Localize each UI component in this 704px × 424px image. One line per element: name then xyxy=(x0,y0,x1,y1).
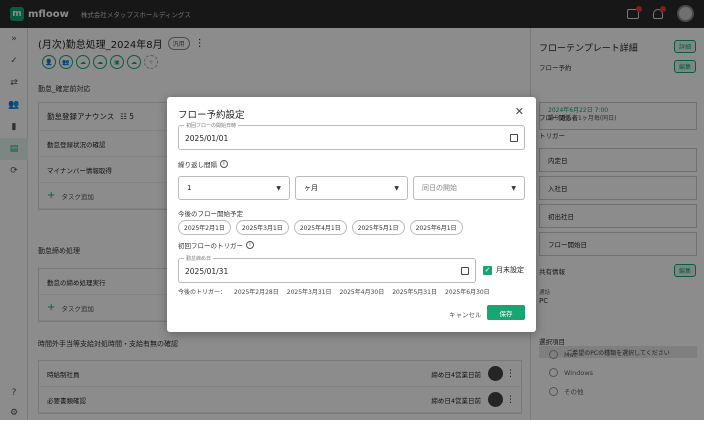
upcoming-label: 今後のフロー開始予定 xyxy=(178,210,243,218)
date-chip: 2025年3月1日 xyxy=(235,220,289,235)
save-button[interactable]: 保存 xyxy=(487,305,525,320)
select-value: ヶ月 xyxy=(304,184,318,192)
select-placeholder: 同日の開始 xyxy=(422,184,457,192)
modal-title: フロー予約設定 xyxy=(178,110,245,121)
select-value: 1 xyxy=(187,184,192,192)
calendar-icon[interactable] xyxy=(510,134,518,142)
first-start-field[interactable]: 初回フローの開始日時 2025/01/01 xyxy=(178,122,525,150)
future-trigger-date: 2025年2月28日 xyxy=(234,289,279,296)
info-icon[interactable]: i xyxy=(246,241,254,249)
checkbox-label: 月末設定 xyxy=(496,266,524,274)
repeat-count-select[interactable]: 1 ▼ xyxy=(178,176,290,200)
future-trigger-date: 2025年5月31日 xyxy=(392,289,437,296)
close-icon[interactable]: ✕ xyxy=(515,105,524,118)
info-icon[interactable]: i xyxy=(220,160,228,168)
dropdown-arrow-icon: ▼ xyxy=(511,184,516,192)
repeat-day-select[interactable]: 同日の開始 ▼ xyxy=(413,176,525,200)
future-trigger-date: 2025年3月31日 xyxy=(286,289,332,296)
field-value: 2025/01/31 xyxy=(185,267,229,276)
dropdown-arrow-icon: ▼ xyxy=(276,184,281,192)
field-value: 2025/01/01 xyxy=(185,134,229,143)
upcoming-dates: 2025年2月1日 2025年3月1日 2025年4月1日 2025年5月1日 … xyxy=(178,220,463,235)
trigger-date-field[interactable]: 勤怠締め日 2025/01/31 xyxy=(178,255,476,283)
repeat-label-text: 繰り返し間隔 xyxy=(178,161,217,169)
future-trigger-label: 今後のトリガー： xyxy=(178,289,227,296)
month-end-checkbox[interactable]: ✓ 月末設定 xyxy=(483,265,524,275)
trigger-label-text: 初回フローのトリガー xyxy=(178,242,243,250)
field-label: 勤怠締め日 xyxy=(184,255,214,262)
trigger-label: 初回フローのトリガー i xyxy=(178,240,254,250)
schedule-modal: フロー予約設定 ✕ 初回フローの開始日時 2025/01/01 繰り返し間隔 i … xyxy=(167,97,536,332)
date-chip: 2025年2月1日 xyxy=(178,220,231,235)
date-chip: 2025年4月1日 xyxy=(293,220,347,235)
calendar-icon[interactable] xyxy=(461,267,469,275)
date-chip: 2025年5月1日 xyxy=(351,220,405,235)
dropdown-arrow-icon: ▼ xyxy=(394,184,399,192)
future-triggers: 今後のトリガー： 2025年2月28日 2025年3月31日 2025年4月30… xyxy=(178,287,490,296)
future-trigger-date: 2025年4月30日 xyxy=(339,289,385,296)
cancel-button[interactable]: キャンセル xyxy=(449,309,482,319)
future-trigger-date: 2025年6月30日 xyxy=(444,289,490,296)
checkbox-checked-icon[interactable]: ✓ xyxy=(483,265,492,275)
repeat-unit-select[interactable]: ヶ月 ▼ xyxy=(295,176,408,200)
date-chip: 2025年6月1日 xyxy=(409,220,463,235)
repeat-label: 繰り返し間隔 i xyxy=(178,159,228,169)
field-label: 初回フローの開始日時 xyxy=(184,122,239,129)
